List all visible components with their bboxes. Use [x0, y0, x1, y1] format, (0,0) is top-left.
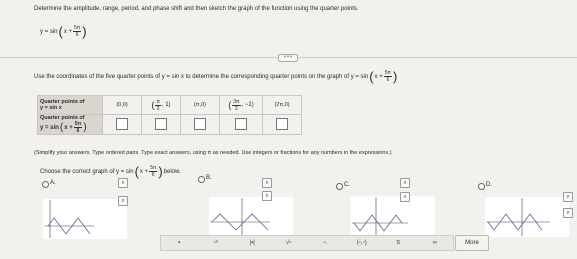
right-paren: ): [82, 24, 87, 39]
quarter-point-1: (0,0): [102, 95, 142, 115]
instruction-text: Determine the amplitude, range, period, …: [34, 6, 359, 12]
choose-num: 5π: [149, 165, 158, 172]
choose-after: below.: [163, 168, 181, 175]
step-right-paren: ): [392, 69, 398, 84]
step-denominator: 6: [386, 77, 390, 83]
option-d-graph[interactable]: [484, 196, 570, 238]
row2-x-plus: x +: [64, 124, 73, 131]
option-c-label[interactable]: C.: [344, 182, 350, 188]
row2-header-expression: y = sin ( x + 5π 6 ): [40, 121, 87, 134]
row2-prefix: y = sin: [40, 124, 59, 131]
option-c-zoom-out-icon[interactable]: ⌕: [400, 192, 410, 202]
ordered-pair-button[interactable]: (▫,▫): [357, 240, 367, 246]
exponent-button[interactable]: ▫ⁿ: [211, 240, 221, 246]
step-numerator: 5π: [383, 70, 392, 77]
answer-input-3[interactable]: [194, 117, 206, 130]
graph-c-frame: [350, 195, 436, 237]
graph-d-frame: [484, 196, 570, 238]
answer-input-4[interactable]: [235, 117, 247, 130]
more-button[interactable]: More: [455, 235, 489, 251]
answer-cell-4[interactable]: [219, 114, 263, 135]
choose-left-paren: (: [134, 164, 139, 179]
fraction-button[interactable]: ▪: [174, 240, 184, 246]
quarter-point-5: (2π,0): [262, 95, 302, 115]
row2-den: 6: [76, 128, 80, 134]
option-d-label[interactable]: D.: [486, 182, 492, 188]
choose-den: 6: [151, 172, 155, 178]
expand-more-button[interactable]: • • •: [278, 54, 298, 62]
quarter-point-2: ( π2 , 1): [141, 95, 181, 115]
option-d-zoom-out-icon[interactable]: ⌕: [563, 208, 573, 218]
infinity-button[interactable]: ∞: [430, 240, 440, 246]
qp4-rest: , −1): [241, 102, 254, 108]
step-text: Use the coordinates of the five quarter …: [34, 73, 369, 80]
function-prefix: y = sin: [40, 28, 58, 35]
simplify-note: (Simplify your answers. Type ordered pai…: [34, 150, 392, 156]
answer-cell-2[interactable]: [141, 114, 181, 135]
qp2-num: π: [155, 98, 161, 106]
choose-text: Choose the correct graph of y = sin: [40, 168, 134, 175]
row-header-shifted: Quarter points of y = sin ( x + 5π 6 ): [37, 114, 103, 135]
choose-x-plus: x +: [139, 168, 149, 175]
step-fraction: 5π 6: [383, 70, 392, 83]
qp2-rest: , 1): [161, 102, 171, 108]
quarter-point-4: ( 3π 2 , −1): [219, 95, 263, 115]
answer-cell-3[interactable]: [180, 114, 220, 135]
left-paren: (: [58, 24, 63, 39]
option-b-zoom-out-icon[interactable]: ⌕: [262, 191, 272, 201]
row2-left-paren: (: [59, 122, 64, 133]
phase-fraction: 5π 6: [73, 25, 82, 38]
choose-right-paren: ): [158, 164, 163, 179]
function-expression: y = sin ( x + 5π 6 ): [40, 25, 87, 38]
answer-input-2[interactable]: [155, 117, 167, 130]
row-header-sinx: Quarter points of y = sin x: [37, 95, 103, 115]
qp4-num: 3π: [232, 98, 241, 106]
option-a-label[interactable]: A.: [50, 180, 56, 186]
table-row-sinx: Quarter points of y = sin x (0,0) ( π2 ,…: [37, 95, 302, 115]
option-a-zoom-out-icon[interactable]: ⌕: [118, 196, 128, 206]
answer-input-1[interactable]: [116, 117, 128, 130]
option-d-zoom-in-icon[interactable]: ⌕: [563, 192, 573, 202]
option-b-graph[interactable]: [208, 196, 294, 238]
absolute-value-button[interactable]: |▪|: [247, 240, 257, 246]
decimal-button[interactable]: ▫.: [320, 240, 330, 246]
function-x-plus: x +: [63, 28, 73, 35]
phase-numerator: 5π: [73, 25, 82, 32]
qp2-open: (: [151, 99, 155, 110]
choose-instruction: Choose the correct graph of y = sin ( x …: [40, 165, 181, 178]
option-b-radio[interactable]: [198, 176, 205, 183]
math-toolbar: ▪ ▫ⁿ |▪| √▫ ▫. (▫,▫) π ∞: [160, 235, 454, 251]
step-x-plus: x +: [374, 73, 383, 80]
option-c-radio[interactable]: [336, 183, 343, 190]
qp2-den: 2: [156, 105, 160, 112]
step-instruction: Use the coordinates of the five quarter …: [34, 70, 397, 83]
option-a-radio[interactable]: [42, 181, 49, 188]
qp4-open: (: [228, 99, 232, 110]
option-a-zoom-in-icon[interactable]: ⌕: [118, 178, 128, 188]
answer-input-5[interactable]: [276, 117, 288, 130]
quarter-points-table: Quarter points of y = sin x (0,0) ( π2 ,…: [37, 95, 302, 135]
table-row-shifted: Quarter points of y = sin ( x + 5π 6 ): [37, 114, 302, 135]
option-a-graph[interactable]: [42, 198, 128, 240]
pi-button[interactable]: π: [393, 240, 403, 246]
row2-right-paren: ): [83, 122, 87, 133]
row2-num: 5π: [73, 121, 83, 128]
option-b-label[interactable]: B.: [206, 175, 212, 181]
option-c-zoom-in-icon[interactable]: ⌕: [400, 178, 410, 188]
quarter-point-3: (π,0): [180, 95, 220, 115]
qp4-den: 2: [235, 105, 238, 112]
sqrt-button[interactable]: √▫: [284, 240, 294, 246]
option-c-graph[interactable]: [350, 195, 436, 237]
graph-b-frame: [208, 196, 294, 238]
answer-cell-1[interactable]: [102, 114, 142, 135]
step-left-paren: (: [369, 69, 374, 84]
row-header-line2: y = sin x: [40, 105, 62, 111]
phase-denominator: 6: [75, 32, 79, 38]
answer-cell-5[interactable]: [262, 114, 302, 135]
option-d-radio[interactable]: [478, 183, 485, 190]
option-b-zoom-in-icon[interactable]: ⌕: [262, 178, 272, 188]
